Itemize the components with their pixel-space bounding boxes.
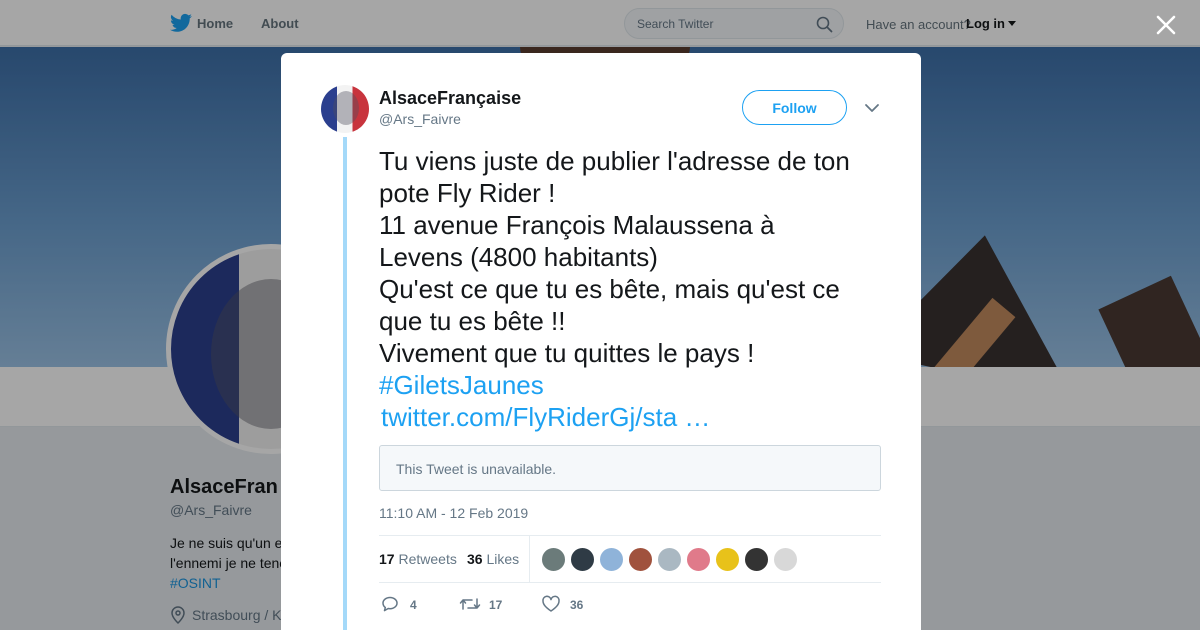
avatar-face (333, 91, 359, 125)
quoted-tweet-unavailable: This Tweet is unavailable. (379, 445, 881, 491)
author-name[interactable]: AlsaceFrançaise (379, 88, 521, 109)
reply-icon (382, 596, 398, 612)
retweet-count: 17 (489, 598, 503, 612)
reply-button[interactable]: 4 (381, 593, 431, 617)
chevron-down-icon[interactable] (864, 100, 880, 116)
like-count: 36 (570, 598, 584, 612)
tweet-text: Tu viens juste de publier l'adresse de t… (379, 145, 899, 433)
tweet-text-line: Qu'est ce que tu es bête, mais qu'est ce (379, 274, 840, 304)
likes-label: Likes (486, 551, 520, 567)
tweet-stats: 17 Retweets 36 Likes (379, 535, 881, 583)
tweet-text-line: Tu viens juste de publier l'adresse de t… (379, 146, 850, 176)
liker-avatar[interactable] (773, 547, 798, 572)
likes-stat[interactable]: 36 Likes (467, 551, 519, 567)
tweet-hashtag[interactable]: #GiletsJaunes (379, 369, 899, 401)
retweet-icon (459, 598, 481, 610)
stats-divider (529, 536, 530, 583)
close-icon[interactable] (1152, 11, 1180, 39)
tweet-text-line: Levens (4800 habitants) (379, 242, 658, 272)
tweet-link[interactable]: twitter.com/FlyRiderGj/sta … (379, 401, 899, 433)
likes-count: 36 (467, 551, 483, 567)
liker-avatar[interactable] (599, 547, 624, 572)
like-button[interactable]: 36 (541, 593, 601, 617)
liker-avatar[interactable] (628, 547, 653, 572)
retweet-button[interactable]: 17 (459, 593, 519, 617)
retweets-stat[interactable]: 17 Retweets (379, 551, 457, 567)
tweet-text-line: pote Fly Rider ! (379, 178, 556, 208)
liker-avatar[interactable] (744, 547, 769, 572)
follow-button[interactable]: Follow (742, 90, 847, 125)
tweet-text-line: 11 avenue François Malaussena à (379, 210, 775, 240)
liker-avatar[interactable] (541, 547, 566, 572)
tweet-actions: 4 17 36 (379, 593, 881, 617)
author-handle[interactable]: @Ars_Faivre (379, 111, 461, 127)
liker-avatar[interactable] (570, 547, 595, 572)
reply-count: 4 (410, 598, 417, 612)
tweet-text-line: que tu es bête !! (379, 306, 566, 336)
liker-avatar[interactable] (715, 547, 740, 572)
author-avatar[interactable] (321, 85, 369, 133)
heart-icon (542, 595, 560, 612)
retweets-label: Retweets (398, 551, 457, 567)
tweet-timestamp[interactable]: 11:10 AM - 12 Feb 2019 (379, 505, 528, 521)
tweet-text-line: Vivement que tu quittes le pays ! (379, 338, 755, 368)
tweet-modal: AlsaceFrançaise @Ars_Faivre Follow Tu vi… (281, 53, 921, 630)
thread-line (343, 137, 347, 630)
liker-avatar[interactable] (657, 547, 682, 572)
liker-avatar[interactable] (686, 547, 711, 572)
retweets-count: 17 (379, 551, 395, 567)
unavailable-message: This Tweet is unavailable. (396, 461, 557, 477)
